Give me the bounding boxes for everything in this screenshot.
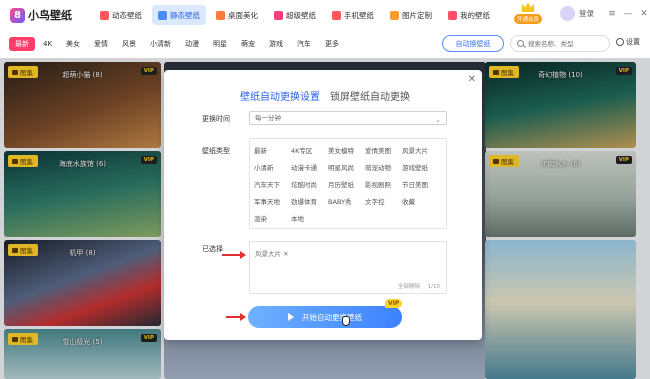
type-option[interactable]: 最新: [254, 145, 267, 155]
type-option[interactable]: 月历壁纸: [328, 179, 354, 189]
type-option[interactable]: 风景大片: [402, 145, 428, 155]
login-link[interactable]: 登录: [579, 8, 594, 19]
search-icon: [517, 40, 524, 47]
super-wallpaper-icon: [274, 10, 283, 20]
type-option[interactable]: 汽车天下: [254, 179, 280, 189]
auto-change-button[interactable]: 自动换壁纸: [442, 35, 504, 52]
close-icon[interactable]: ✕: [468, 74, 476, 85]
minimize-icon[interactable]: —: [621, 8, 635, 20]
category-cars[interactable]: 汽车: [291, 37, 317, 51]
settings-label: 设置: [626, 38, 640, 46]
category-4k[interactable]: 4K: [37, 38, 58, 50]
type-option[interactable]: 爱情美图: [365, 145, 391, 155]
type-option[interactable]: 文字控: [365, 196, 385, 206]
clear-all-link[interactable]: 全部删除: [398, 282, 420, 290]
vip-label: 开通会员: [513, 14, 542, 24]
annotation-arrow: [226, 313, 246, 321]
auto-change-dialog: ✕ 壁纸自动更换设置 锁屏壁纸自动更换 更换时间 每一分钟 ⌄ 壁纸类型 最新 …: [164, 70, 482, 340]
window-controls: ≡ — ✕: [603, 8, 650, 20]
play-icon: [288, 313, 294, 321]
category-love[interactable]: 爱情: [88, 37, 114, 51]
start-auto-change-button[interactable]: 开始自动更换壁纸: [248, 306, 402, 328]
category-beauty[interactable]: 美女: [60, 37, 86, 51]
chevron-down-icon: ⌄: [435, 116, 441, 124]
type-option[interactable]: 本地: [291, 213, 304, 223]
start-vip-badge: VIP: [385, 299, 403, 308]
static-wallpaper-icon: [158, 10, 167, 20]
search-box[interactable]: [510, 35, 610, 52]
selected-count: 1/10: [427, 284, 440, 290]
type-option[interactable]: 4K专区: [291, 145, 312, 155]
type-option[interactable]: 节日美图: [402, 179, 428, 189]
type-option[interactable]: 动漫卡通: [291, 162, 317, 172]
nav-my-wallpaper[interactable]: 我的壁纸: [442, 5, 496, 25]
type-option[interactable]: 炫酷时尚: [291, 179, 317, 189]
selected-label: 已选择: [202, 245, 223, 253]
tab-wallpaper-auto-change[interactable]: 壁纸自动更换设置: [240, 88, 320, 103]
nav-image-custom[interactable]: 图片定制: [384, 5, 438, 25]
wallpaper-type-label: 壁纸类型: [202, 147, 230, 155]
category-more[interactable]: 更多: [319, 37, 345, 51]
nav-static-wallpaper[interactable]: 静态壁纸: [152, 5, 206, 25]
type-option[interactable]: 明星风尚: [328, 162, 354, 172]
dynamic-wallpaper-icon: [100, 10, 109, 20]
type-option[interactable]: 劲爆体育: [291, 196, 317, 206]
category-games[interactable]: 游戏: [263, 37, 289, 51]
avatar[interactable]: [560, 6, 575, 21]
top-nav: 动态壁纸 静态壁纸 桌面美化 超级壁纸 手机壁纸 图片定制 我的壁纸: [94, 5, 500, 25]
wallpaper-type-list: 最新 4K专区 美女模特 爱情美图 风景大片 小清新 动漫卡通 明星风尚 萌宠动…: [249, 138, 447, 229]
nav-dynamic-wallpaper[interactable]: 动态壁纸: [94, 5, 148, 25]
change-time-select[interactable]: 每一分钟 ⌄: [249, 111, 447, 125]
logo-icon: 8: [10, 7, 25, 23]
category-star[interactable]: 明星: [207, 37, 233, 51]
my-wallpaper-icon: [448, 10, 457, 20]
nav-desktop-beautify[interactable]: 桌面美化: [210, 5, 264, 25]
nav-super-wallpaper[interactable]: 超级壁纸: [268, 5, 322, 25]
close-icon[interactable]: ✕: [637, 8, 650, 20]
type-option[interactable]: BABY秀: [328, 196, 351, 206]
category-scenery[interactable]: 风景: [116, 37, 142, 51]
user-area[interactable]: 登录: [560, 6, 594, 21]
change-time-label: 更换时间: [202, 115, 230, 123]
nav-phone-wallpaper[interactable]: 手机壁纸: [326, 5, 380, 25]
type-option[interactable]: 游戏壁纸: [402, 162, 428, 172]
category-fresh[interactable]: 小清新: [144, 37, 177, 51]
title-bar: 8 小鸟壁纸 动态壁纸 静态壁纸 桌面美化 超级壁纸 手机壁纸 图片定制 我的壁…: [0, 0, 650, 30]
type-option[interactable]: 收藏: [402, 196, 415, 206]
tab-lockscreen-auto-change[interactable]: 锁屏壁纸自动更换: [330, 88, 410, 103]
app-name: 小鸟壁纸: [28, 9, 72, 22]
category-bar: 最新 4K 美女 爱情 风景 小清新 动漫 明星 萌宠 游戏 汽车 更多 自动换…: [0, 33, 650, 55]
selected-chip[interactable]: 风景大片 ✕: [255, 248, 289, 258]
phone-wallpaper-icon: [332, 10, 341, 20]
change-time-value: 每一分钟: [255, 114, 281, 122]
app-logo[interactable]: 8 小鸟壁纸: [10, 7, 72, 23]
image-custom-icon: [390, 10, 399, 20]
type-option[interactable]: 影视剧照: [365, 179, 391, 189]
settings-button[interactable]: 设置: [616, 37, 640, 47]
type-option[interactable]: 渲染: [254, 213, 267, 223]
menu-icon[interactable]: ≡: [605, 8, 619, 20]
type-option[interactable]: 萌宠动物: [365, 162, 391, 172]
category-pets[interactable]: 萌宠: [235, 37, 261, 51]
vip-button[interactable]: 开通会员: [510, 2, 546, 28]
category-anime[interactable]: 动漫: [179, 37, 205, 51]
type-option[interactable]: 美女模特: [328, 145, 354, 155]
desktop-beautify-icon: [216, 10, 225, 20]
annotation-arrow: [222, 251, 246, 259]
type-option[interactable]: 小清新: [254, 162, 274, 172]
type-option[interactable]: 军事天地: [254, 196, 280, 206]
hand-cursor-icon: [342, 316, 350, 326]
dialog-tabs: 壁纸自动更换设置 锁屏壁纸自动更换: [240, 88, 420, 103]
selected-types-box: 风景大片 ✕ 全部删除 1/10: [249, 241, 447, 294]
search-input[interactable]: [528, 39, 608, 48]
crown-icon: [522, 2, 534, 12]
category-latest[interactable]: 最新: [9, 37, 35, 51]
gear-icon: [616, 38, 624, 46]
